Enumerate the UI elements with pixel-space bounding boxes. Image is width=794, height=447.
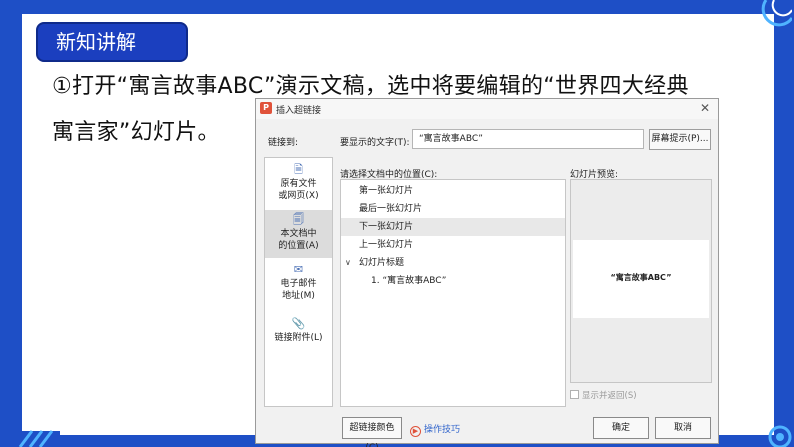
wps-logo-icon: P [260, 102, 272, 114]
display-text-label: 要显示的文字(T): [340, 138, 410, 148]
cancel-button[interactable]: 取消 [655, 417, 711, 439]
slide-preview: “寓言故事ABC” [570, 179, 712, 383]
slide-frame-right [774, 0, 794, 447]
nav-label-line2: 或网页(X) [278, 191, 319, 201]
play-icon: ▶ [410, 426, 421, 437]
nav-item-existing-file[interactable]: 🗎 原有文件 或网页(X) [265, 164, 332, 202]
nav-item-attachment[interactable]: 📎 链接附件(L) [265, 318, 332, 344]
link-type-nav: 🗎 原有文件 或网页(X) 🗐 本文档中 的位置(A) ✉ 电子邮件 地址(M)… [264, 157, 333, 407]
show-and-return-label: 显示并返回(S) [582, 391, 637, 401]
screentip-button[interactable]: 屏幕提示(P)... [649, 129, 711, 150]
preview-slide-thumbnail: “寓言故事ABC” [573, 240, 709, 318]
nav-item-email[interactable]: ✉ 电子邮件 地址(M) [265, 264, 332, 302]
tree-item-previous-slide[interactable]: 上一张幻灯片 [341, 236, 565, 254]
nav-item-this-document[interactable]: 🗐 本文档中 的位置(A) [265, 210, 332, 258]
section-tag: 新知讲解 [36, 22, 188, 62]
nav-label-line1: 本文档中 [280, 229, 317, 239]
file-web-icon: 🗎 [294, 163, 303, 176]
tree-item-label: 幻灯片标题 [359, 258, 405, 268]
tips-link-label: 操作技巧 [424, 425, 461, 435]
slide-frame-top [0, 0, 794, 14]
stripes-decoration-icon [0, 430, 60, 447]
hyperlink-color-button[interactable]: 超链接颜色(C) [342, 417, 402, 447]
corner-decoration-icon [761, 0, 792, 27]
tips-link[interactable]: ▶ 操作技巧 [410, 422, 460, 437]
checkbox-icon [570, 390, 579, 399]
show-and-return-checkbox[interactable]: 显示并返回(S) [570, 389, 637, 401]
nav-label-line2: 的位置(A) [278, 241, 319, 251]
chevron-down-icon[interactable]: ∨ [345, 254, 351, 272]
target-decoration-icon [768, 425, 792, 447]
insert-hyperlink-dialog: P 插入超链接 ✕ 链接到: 要显示的文字(T): “寓言故事ABC” 屏幕提示… [255, 98, 719, 447]
tree-item-slide-1[interactable]: 1. “寓言故事ABC” [341, 272, 565, 290]
display-text-input[interactable]: “寓言故事ABC” [412, 129, 644, 149]
slide-frame-left [0, 0, 22, 447]
document-place-icon: 🗐 [293, 213, 304, 226]
tree-item-slide-titles[interactable]: ∨ 幻灯片标题 [341, 254, 565, 272]
paperclip-icon: 📎 [291, 317, 306, 330]
dialog-title: 插入超链接 [276, 106, 322, 116]
nav-label-line1: 原有文件 [280, 179, 317, 189]
nav-label-line1: 链接附件(L) [274, 333, 323, 343]
link-to-label: 链接到: [268, 138, 299, 148]
close-icon[interactable]: ✕ [700, 101, 710, 115]
email-icon: ✉ [293, 263, 304, 276]
dialog-titlebar: P 插入超链接 ✕ [256, 99, 718, 119]
tree-item-next-slide[interactable]: 下一张幻灯片 [341, 218, 565, 236]
ok-button[interactable]: 确定 [593, 417, 649, 439]
tree-item-first-slide[interactable]: 第一张幻灯片 [341, 182, 565, 200]
place-tree: 第一张幻灯片 最后一张幻灯片 下一张幻灯片 上一张幻灯片 ∨ 幻灯片标题 1. … [340, 179, 566, 407]
nav-label-line1: 电子邮件 [280, 279, 317, 289]
tree-item-last-slide[interactable]: 最后一张幻灯片 [341, 200, 565, 218]
nav-label-line2: 地址(M) [282, 291, 315, 301]
